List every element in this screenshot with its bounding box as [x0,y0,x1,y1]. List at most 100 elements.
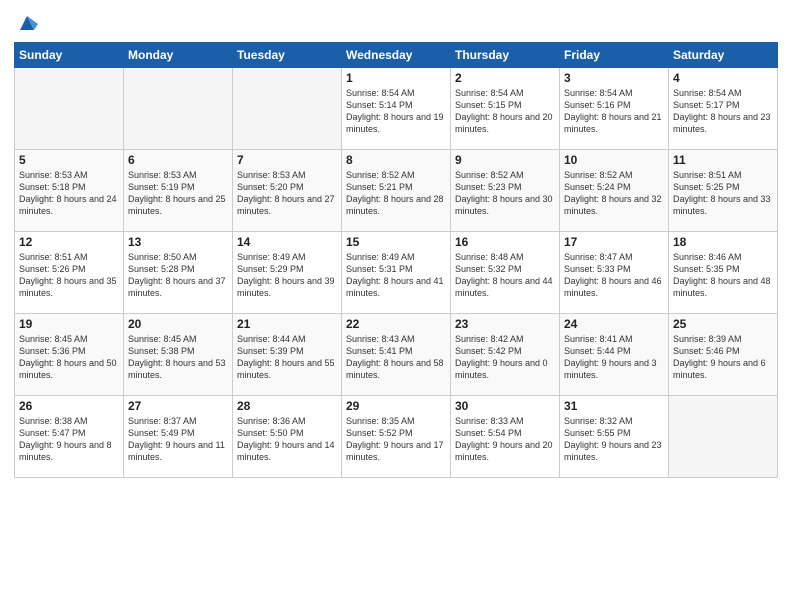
calendar-week-row: 1 Sunrise: 8:54 AMSunset: 5:14 PMDayligh… [15,68,778,150]
calendar-day-cell: 13 Sunrise: 8:50 AMSunset: 5:28 PMDaylig… [124,232,233,314]
calendar-day-cell: 28 Sunrise: 8:36 AMSunset: 5:50 PMDaylig… [233,396,342,478]
header-monday: Monday [124,43,233,68]
day-info: Sunrise: 8:43 AMSunset: 5:41 PMDaylight:… [346,333,446,382]
header-friday: Friday [560,43,669,68]
day-number: 13 [128,235,228,249]
day-info: Sunrise: 8:41 AMSunset: 5:44 PMDaylight:… [564,333,664,382]
calendar-day-cell: 22 Sunrise: 8:43 AMSunset: 5:41 PMDaylig… [342,314,451,396]
day-info: Sunrise: 8:35 AMSunset: 5:52 PMDaylight:… [346,415,446,464]
page: Sunday Monday Tuesday Wednesday Thursday… [0,0,792,612]
day-number: 10 [564,153,664,167]
day-info: Sunrise: 8:50 AMSunset: 5:28 PMDaylight:… [128,251,228,300]
calendar-day-cell: 16 Sunrise: 8:48 AMSunset: 5:32 PMDaylig… [451,232,560,314]
day-info: Sunrise: 8:33 AMSunset: 5:54 PMDaylight:… [455,415,555,464]
day-number: 26 [19,399,119,413]
day-info: Sunrise: 8:54 AMSunset: 5:14 PMDaylight:… [346,87,446,136]
calendar-week-row: 5 Sunrise: 8:53 AMSunset: 5:18 PMDayligh… [15,150,778,232]
calendar-day-cell: 15 Sunrise: 8:49 AMSunset: 5:31 PMDaylig… [342,232,451,314]
header-tuesday: Tuesday [233,43,342,68]
calendar-day-cell: 3 Sunrise: 8:54 AMSunset: 5:16 PMDayligh… [560,68,669,150]
day-info: Sunrise: 8:38 AMSunset: 5:47 PMDaylight:… [19,415,119,464]
day-info: Sunrise: 8:53 AMSunset: 5:20 PMDaylight:… [237,169,337,218]
day-number: 9 [455,153,555,167]
calendar-day-cell: 27 Sunrise: 8:37 AMSunset: 5:49 PMDaylig… [124,396,233,478]
day-number: 22 [346,317,446,331]
day-number: 23 [455,317,555,331]
day-number: 17 [564,235,664,249]
day-info: Sunrise: 8:32 AMSunset: 5:55 PMDaylight:… [564,415,664,464]
calendar-week-row: 19 Sunrise: 8:45 AMSunset: 5:36 PMDaylig… [15,314,778,396]
day-info: Sunrise: 8:46 AMSunset: 5:35 PMDaylight:… [673,251,773,300]
day-info: Sunrise: 8:39 AMSunset: 5:46 PMDaylight:… [673,333,773,382]
calendar-day-cell: 31 Sunrise: 8:32 AMSunset: 5:55 PMDaylig… [560,396,669,478]
day-number: 15 [346,235,446,249]
day-number: 20 [128,317,228,331]
day-info: Sunrise: 8:54 AMSunset: 5:16 PMDaylight:… [564,87,664,136]
calendar-day-cell: 30 Sunrise: 8:33 AMSunset: 5:54 PMDaylig… [451,396,560,478]
calendar-day-cell: 8 Sunrise: 8:52 AMSunset: 5:21 PMDayligh… [342,150,451,232]
day-info: Sunrise: 8:42 AMSunset: 5:42 PMDaylight:… [455,333,555,382]
calendar-week-row: 26 Sunrise: 8:38 AMSunset: 5:47 PMDaylig… [15,396,778,478]
day-number: 1 [346,71,446,85]
calendar-day-cell: 14 Sunrise: 8:49 AMSunset: 5:29 PMDaylig… [233,232,342,314]
day-number: 21 [237,317,337,331]
header-thursday: Thursday [451,43,560,68]
day-number: 31 [564,399,664,413]
day-number: 8 [346,153,446,167]
calendar-day-cell: 24 Sunrise: 8:41 AMSunset: 5:44 PMDaylig… [560,314,669,396]
day-number: 28 [237,399,337,413]
day-info: Sunrise: 8:45 AMSunset: 5:36 PMDaylight:… [19,333,119,382]
calendar-day-cell: 5 Sunrise: 8:53 AMSunset: 5:18 PMDayligh… [15,150,124,232]
calendar-table: Sunday Monday Tuesday Wednesday Thursday… [14,42,778,478]
calendar-day-cell: 23 Sunrise: 8:42 AMSunset: 5:42 PMDaylig… [451,314,560,396]
day-number: 5 [19,153,119,167]
calendar-day-cell [124,68,233,150]
day-info: Sunrise: 8:37 AMSunset: 5:49 PMDaylight:… [128,415,228,464]
day-number: 3 [564,71,664,85]
calendar-day-cell: 7 Sunrise: 8:53 AMSunset: 5:20 PMDayligh… [233,150,342,232]
header-sunday: Sunday [15,43,124,68]
day-info: Sunrise: 8:51 AMSunset: 5:26 PMDaylight:… [19,251,119,300]
day-info: Sunrise: 8:45 AMSunset: 5:38 PMDaylight:… [128,333,228,382]
logo-icon [16,12,38,34]
day-info: Sunrise: 8:54 AMSunset: 5:17 PMDaylight:… [673,87,773,136]
calendar-day-cell: 26 Sunrise: 8:38 AMSunset: 5:47 PMDaylig… [15,396,124,478]
day-number: 18 [673,235,773,249]
day-info: Sunrise: 8:52 AMSunset: 5:24 PMDaylight:… [564,169,664,218]
calendar-day-cell: 12 Sunrise: 8:51 AMSunset: 5:26 PMDaylig… [15,232,124,314]
calendar-day-cell [669,396,778,478]
calendar-day-cell: 2 Sunrise: 8:54 AMSunset: 5:15 PMDayligh… [451,68,560,150]
day-info: Sunrise: 8:54 AMSunset: 5:15 PMDaylight:… [455,87,555,136]
day-number: 29 [346,399,446,413]
day-number: 19 [19,317,119,331]
day-info: Sunrise: 8:53 AMSunset: 5:18 PMDaylight:… [19,169,119,218]
calendar-day-cell [15,68,124,150]
day-number: 2 [455,71,555,85]
day-info: Sunrise: 8:52 AMSunset: 5:21 PMDaylight:… [346,169,446,218]
calendar-day-cell: 9 Sunrise: 8:52 AMSunset: 5:23 PMDayligh… [451,150,560,232]
calendar-day-cell: 11 Sunrise: 8:51 AMSunset: 5:25 PMDaylig… [669,150,778,232]
day-info: Sunrise: 8:53 AMSunset: 5:19 PMDaylight:… [128,169,228,218]
day-number: 25 [673,317,773,331]
calendar-day-cell: 1 Sunrise: 8:54 AMSunset: 5:14 PMDayligh… [342,68,451,150]
day-info: Sunrise: 8:51 AMSunset: 5:25 PMDaylight:… [673,169,773,218]
day-info: Sunrise: 8:49 AMSunset: 5:31 PMDaylight:… [346,251,446,300]
calendar-day-cell: 6 Sunrise: 8:53 AMSunset: 5:19 PMDayligh… [124,150,233,232]
day-number: 7 [237,153,337,167]
calendar-day-cell: 21 Sunrise: 8:44 AMSunset: 5:39 PMDaylig… [233,314,342,396]
day-number: 12 [19,235,119,249]
day-info: Sunrise: 8:44 AMSunset: 5:39 PMDaylight:… [237,333,337,382]
day-info: Sunrise: 8:52 AMSunset: 5:23 PMDaylight:… [455,169,555,218]
calendar-day-cell [233,68,342,150]
day-number: 16 [455,235,555,249]
header-wednesday: Wednesday [342,43,451,68]
day-info: Sunrise: 8:47 AMSunset: 5:33 PMDaylight:… [564,251,664,300]
header [14,10,778,34]
calendar-day-cell: 25 Sunrise: 8:39 AMSunset: 5:46 PMDaylig… [669,314,778,396]
calendar-day-cell: 4 Sunrise: 8:54 AMSunset: 5:17 PMDayligh… [669,68,778,150]
day-info: Sunrise: 8:49 AMSunset: 5:29 PMDaylight:… [237,251,337,300]
day-number: 30 [455,399,555,413]
calendar-day-cell: 18 Sunrise: 8:46 AMSunset: 5:35 PMDaylig… [669,232,778,314]
calendar-day-cell: 10 Sunrise: 8:52 AMSunset: 5:24 PMDaylig… [560,150,669,232]
day-info: Sunrise: 8:36 AMSunset: 5:50 PMDaylight:… [237,415,337,464]
